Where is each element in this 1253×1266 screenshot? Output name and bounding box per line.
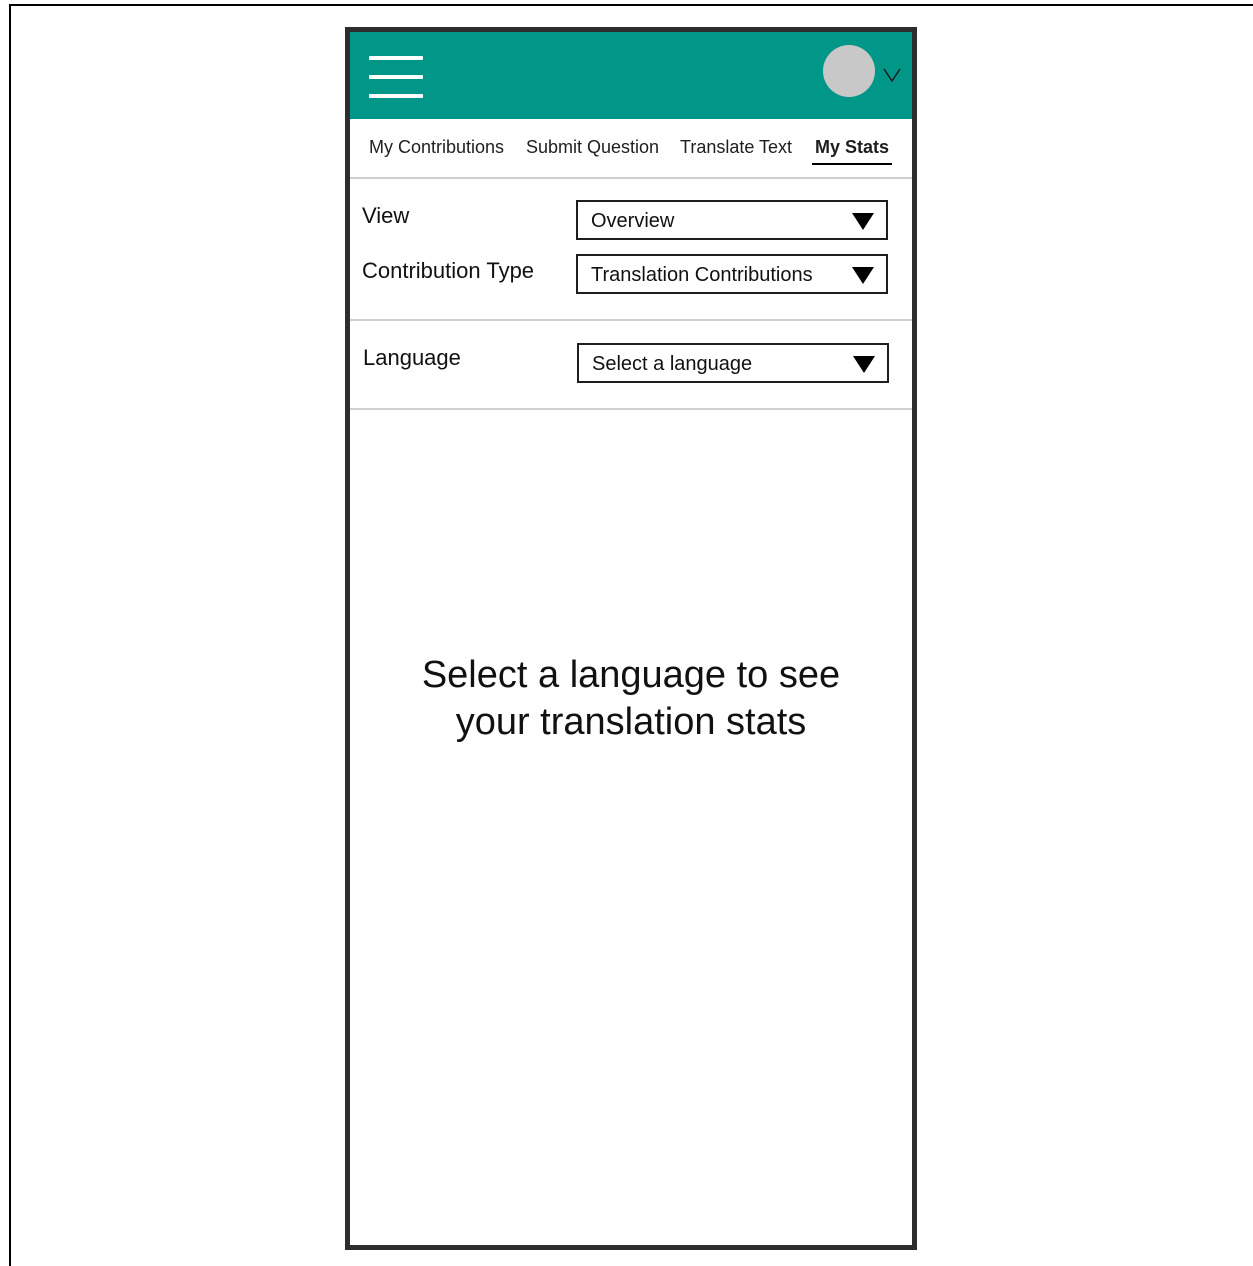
app-bar xyxy=(350,32,912,119)
view-select-value: Overview xyxy=(591,210,675,232)
language-select[interactable]: Select a language xyxy=(577,343,889,383)
language-select-value: Select a language xyxy=(592,353,753,375)
tab-translate-text[interactable]: Translate Text xyxy=(680,137,792,158)
phone-frame: My Contributions Submit Question Transla… xyxy=(345,27,917,1250)
language-label: Language xyxy=(363,345,461,370)
hamburger-menu-icon[interactable] xyxy=(369,56,425,100)
language-filter: Language Select a language xyxy=(350,321,912,410)
contribution-type-label: Contribution Type xyxy=(362,258,535,283)
contribution-type-select-value: Translation Contributions xyxy=(591,264,813,286)
triangle-down-icon xyxy=(852,213,874,230)
tab-bar: My Contributions Submit Question Transla… xyxy=(350,119,912,179)
tab-my-stats[interactable]: My Stats xyxy=(812,137,893,165)
empty-state-line-2: your translation stats xyxy=(455,701,807,743)
empty-state-line-1: Select a language to see xyxy=(421,654,841,696)
tab-submit-question[interactable]: Submit Question xyxy=(526,137,659,158)
triangle-down-icon xyxy=(852,267,874,284)
view-label: View xyxy=(362,203,410,228)
view-filters: View Overview Contribution Type Translat… xyxy=(350,179,912,321)
contribution-type-select[interactable]: Translation Contributions xyxy=(576,254,888,294)
tab-my-contributions[interactable]: My Contributions xyxy=(369,137,504,158)
triangle-down-icon xyxy=(853,356,875,373)
view-select[interactable]: Overview xyxy=(576,200,888,240)
chevron-down-icon[interactable] xyxy=(883,68,901,83)
empty-state-message: Select a language to see your translatio… xyxy=(350,652,912,746)
avatar[interactable] xyxy=(823,45,875,97)
